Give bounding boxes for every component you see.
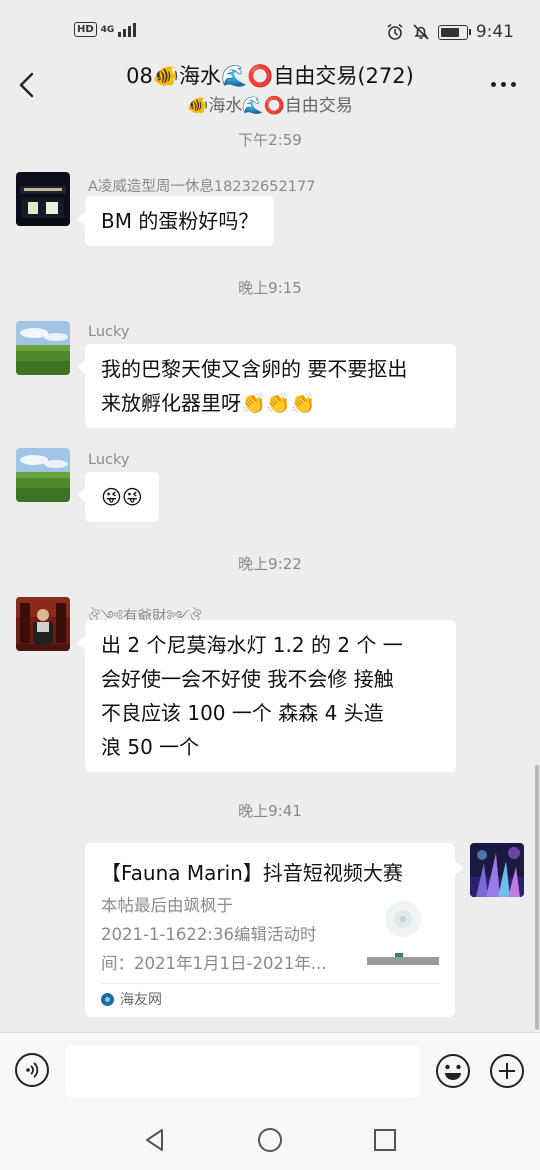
nav-recent-icon[interactable] [371,1126,399,1154]
link-card-desc-line: 2021-1-1622:36编辑活动时 [101,925,317,944]
link-card-desc-line: 本帖最后由飒枫于 [101,896,233,915]
message-text-line: 来放孵化器里呀👏👏👏 [101,391,316,415]
chat-subtitle: 🐠海水🌊⭕自由交易 [187,96,353,116]
link-card-thumbnail [367,891,439,965]
link-card-desc-line: 间：2021年1月1日-2021年... [101,954,327,973]
nav-home-icon[interactable] [256,1126,284,1154]
status-time: 9:41 [475,22,514,42]
man-portrait-avatar [16,597,70,651]
mute-icon [413,24,429,40]
message-input[interactable] [66,1045,420,1097]
sender-name: Lucky [88,324,130,340]
signal-icon [118,22,137,37]
link-card-description: 本帖最后由飒枫于 2021-1-1622:36编辑活动时 间：2021年1月1日… [101,891,351,978]
status-left: HD 4G [74,22,137,37]
battery-icon [437,24,471,40]
link-card[interactable]: 【Fauna Marin】抖音短视频大赛 本帖最后由飒枫于 2021-1-162… [85,843,463,1017]
green-field-avatar [16,448,70,502]
timestamp: 晚上9:15 [238,279,302,297]
message-text-line: 会好使一会不好使 我不会修 接触 [101,667,394,691]
status-bar: HD 4G 9:41 [0,0,540,64]
coral-avatar [470,843,524,897]
emoji-icon[interactable] [435,1053,471,1089]
sender-name: Lucky [88,452,130,468]
message-text-line: 浪 50 一个 [101,735,200,759]
voice-input-icon[interactable] [15,1053,49,1087]
more-options-icon[interactable] [491,82,516,87]
message-text: BM 的蛋粉好吗？ [101,209,259,233]
message-bubble[interactable]: 我的巴黎天使又含卵的 要不要抠出 来放孵化器里呀👏👏👏 [77,344,456,428]
message-bubble[interactable]: 出 2 个尼莫海水灯 1.2 的 2 个 一 会好使一会不好使 我不会修 接触 … [77,620,456,772]
network-type: 4G [100,24,115,35]
message-text: 😜😜 [101,485,143,509]
avatar[interactable] [16,172,70,226]
message-text-line: 出 2 个尼莫海水灯 1.2 的 2 个 一 [101,633,403,657]
message-bubble[interactable]: 😜😜 [77,472,159,522]
plus-icon[interactable] [489,1053,525,1089]
message-bubble[interactable]: BM 的蛋粉好吗？ [76,196,275,246]
chat-title: 08🐠海水🌊⭕自由交易(272) [126,64,414,88]
nav-back-icon[interactable] [141,1126,169,1154]
system-nav-bar [0,1114,540,1170]
avatar[interactable] [16,448,70,502]
link-card-source: 海友网 [101,989,162,1009]
message-text-line: 我的巴黎天使又含卵的 要不要抠出 [101,357,408,381]
avatar[interactable] [16,597,70,651]
divider [101,983,439,984]
avatar[interactable] [16,321,70,375]
timestamp: 下午2:59 [238,131,302,149]
scrollbar[interactable] [535,765,539,1030]
source-logo-icon [101,992,114,1006]
hd-indicator: HD [74,22,97,37]
timestamp: 晚上9:22 [238,555,302,573]
alarm-icon [387,23,403,40]
shop-front-avatar [16,172,70,226]
timestamp: 晚上9:41 [238,802,302,820]
message-text-line: 不良应该 100 一个 森森 4 头造 [101,701,384,725]
link-card-source-name: 海友网 [120,992,162,1008]
green-field-avatar [16,321,70,375]
avatar[interactable] [470,843,524,897]
status-right: 9:41 [386,22,514,42]
link-card-title: 【Fauna Marin】抖音短视频大赛 [101,861,403,885]
sender-name: A凌威造型周一休息18232652177 [88,179,316,195]
chat-header: 08🐠海水🌊⭕自由交易(272) 🐠海水🌊⭕自由交易 [0,58,540,118]
input-bar [0,1032,540,1115]
